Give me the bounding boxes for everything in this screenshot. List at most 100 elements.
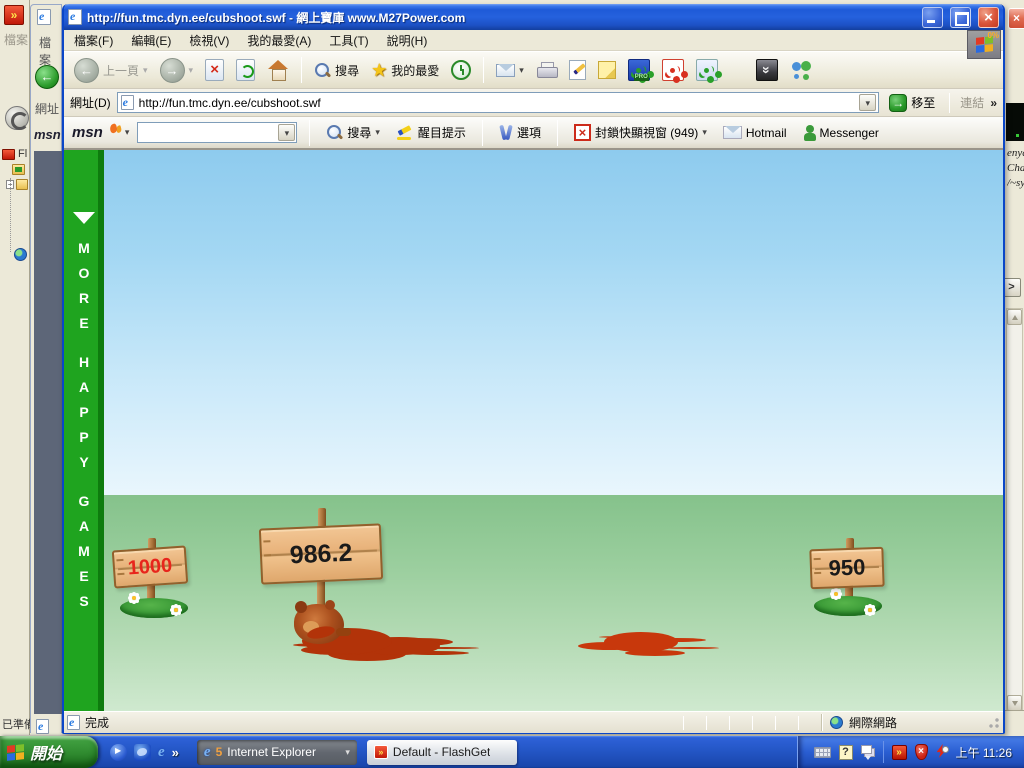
menu-edit[interactable]: 編輯(E) xyxy=(131,32,171,49)
background-ie-menu-file[interactable]: 檔案 xyxy=(39,34,61,68)
search-button[interactable]: 搜尋 xyxy=(310,60,363,81)
antivirus-tray-icon[interactable] xyxy=(936,744,948,760)
search-label: 搜尋 xyxy=(335,62,359,79)
icq-pro-button[interactable]: PRO xyxy=(624,57,654,83)
close-button[interactable] xyxy=(978,7,999,28)
ie-quicklaunch-icon[interactable]: e xyxy=(158,744,165,761)
back-dropdown-icon[interactable]: ▾ xyxy=(143,66,148,75)
msn-toolbar: msn ▾ ▾ 搜尋 ▾ 醒目提示 選項 × 封鎖快顯視窗 (949) ▾ Ho… xyxy=(64,117,1003,149)
maximize-button[interactable] xyxy=(950,7,971,28)
back-button[interactable]: 上一頁 ▾ xyxy=(70,56,152,85)
favorites-button[interactable]: ★ 我的最愛 xyxy=(367,59,443,81)
grass-mound xyxy=(120,598,188,618)
msn-separator xyxy=(482,120,483,146)
flashget-window-edge[interactable]: » 檔案 Fl − 已準備 xyxy=(0,0,30,735)
menu-view[interactable]: 檢視(V) xyxy=(189,32,229,49)
favorites-star-icon: ★ xyxy=(371,61,387,79)
msn-explorer-icon[interactable] xyxy=(134,744,151,761)
ie-task-label: Internet Explorer xyxy=(227,745,316,759)
links-chevron-icon[interactable]: » xyxy=(990,96,997,110)
popup-blocker-button[interactable]: × 封鎖快顯視窗 (949) ▾ xyxy=(570,122,711,143)
menu-tools[interactable]: 工具(T) xyxy=(329,32,368,49)
flashget-toolbar-icon[interactable] xyxy=(5,106,29,130)
quick-launch-chevron-icon[interactable]: » xyxy=(172,745,179,760)
task-group-dropdown-icon[interactable]: ▾ xyxy=(345,748,350,757)
msn-combo-dropdown[interactable]: ▾ xyxy=(278,124,295,141)
background-ie-window-edge[interactable]: 檔案 ← 網址 msn xyxy=(30,4,62,733)
menu-favorites[interactable]: 我的最愛(A) xyxy=(247,32,311,49)
home-button[interactable] xyxy=(263,58,293,82)
background-scrollbar[interactable] xyxy=(1006,308,1023,712)
msn-dropdown-icon[interactable]: ▾ xyxy=(125,128,130,137)
resize-grip[interactable] xyxy=(987,716,1000,729)
more-games-banner[interactable]: MORE HAPPY GAMES xyxy=(64,150,104,711)
icq-pro-icon: PRO xyxy=(628,59,650,81)
downloaded-folder-icon[interactable] xyxy=(12,164,25,175)
ime-help-icon[interactable]: ? xyxy=(839,745,853,760)
forward-dropdown-icon[interactable]: ▾ xyxy=(189,66,194,75)
window-title: http://fun.tmc.dyn.ee/cubshoot.swf - 網上寶… xyxy=(87,9,915,26)
flash-game-area[interactable]: 1000 986.2 xyxy=(104,150,1003,711)
history-button[interactable] xyxy=(447,58,475,82)
globe-tree-icon[interactable] xyxy=(14,248,27,261)
print-button[interactable] xyxy=(532,60,561,81)
task-flashget[interactable]: » Default - FlashGet xyxy=(367,740,517,765)
forward-button[interactable]: ▾ xyxy=(156,56,198,85)
sign-value: 1000 xyxy=(127,554,173,580)
scroll-up-icon[interactable] xyxy=(1007,309,1022,325)
ime-restore-icon[interactable] xyxy=(861,744,875,760)
task-internet-explorer[interactable]: e 5 Internet Explorer ▾ xyxy=(197,740,357,765)
go-button[interactable]: → 移至 xyxy=(885,92,939,114)
banner-down-arrow-icon xyxy=(73,212,95,224)
flashget-drop-badge: 0% xyxy=(987,31,999,40)
msn-logo[interactable]: msn xyxy=(72,124,117,141)
messenger-button[interactable]: Messenger xyxy=(799,123,883,143)
folder-icon[interactable] xyxy=(16,179,28,190)
ime-keyboard-icon[interactable] xyxy=(814,747,831,758)
icq-button[interactable] xyxy=(692,57,722,83)
security-shield-icon[interactable]: × xyxy=(915,744,928,760)
menu-file[interactable]: 檔案(F) xyxy=(74,32,113,49)
address-url[interactable]: http://fun.tmc.dyn.ee/cubshoot.swf xyxy=(139,96,855,110)
msn-search-button[interactable]: 搜尋 ▾ xyxy=(322,122,384,143)
start-button[interactable]: 開始 xyxy=(0,736,98,768)
back-icon xyxy=(74,58,99,83)
icq-lite-button[interactable] xyxy=(658,57,688,83)
flashget-tree[interactable]: Fl − xyxy=(2,148,28,261)
messenger-toolbar-button[interactable] xyxy=(786,58,818,82)
links-label[interactable]: 連結 xyxy=(960,94,984,111)
hotmail-button[interactable]: Hotmail xyxy=(719,124,791,142)
mail-dropdown-icon[interactable]: ▾ xyxy=(519,66,524,75)
address-label: 網址(D) xyxy=(70,94,111,111)
flower-icon xyxy=(868,608,872,612)
media-player-icon[interactable] xyxy=(110,744,127,761)
flashget-menu-file[interactable]: 檔案 xyxy=(4,31,28,48)
msn-options-button[interactable]: 選項 xyxy=(495,122,545,143)
menu-help[interactable]: 說明(H) xyxy=(387,32,428,49)
msn-search-dropdown-icon[interactable]: ▾ xyxy=(375,128,380,137)
msn-separator xyxy=(557,120,558,146)
stop-button[interactable] xyxy=(201,57,228,83)
msn-highlight-button[interactable]: 醒目提示 xyxy=(392,122,470,143)
background-close-button[interactable]: × xyxy=(1008,8,1024,29)
edit-icon xyxy=(569,60,586,80)
mail-button[interactable]: ▾ xyxy=(492,62,528,79)
popup-dropdown-icon[interactable]: ▾ xyxy=(702,128,707,137)
msn-search-input[interactable]: ▾ xyxy=(137,122,297,143)
refresh-button[interactable] xyxy=(232,57,259,83)
flashget-tray-icon[interactable]: » xyxy=(892,745,907,760)
status-page-icon xyxy=(67,715,80,730)
flashget-toolbar-button[interactable]: » xyxy=(752,57,782,83)
taskbar-clock[interactable]: 上午 11:26 xyxy=(956,744,1012,761)
minimize-button[interactable] xyxy=(922,7,943,28)
title-bar[interactable]: http://fun.tmc.dyn.ee/cubshoot.swf - 網上寶… xyxy=(64,4,1003,30)
address-input[interactable]: http://fun.tmc.dyn.ee/cubshoot.swf ▾ xyxy=(117,92,880,113)
address-dropdown-button[interactable]: ▾ xyxy=(859,94,876,111)
discuss-button[interactable] xyxy=(594,59,620,81)
edit-button[interactable] xyxy=(565,58,590,82)
sign-value: 986.2 xyxy=(289,538,353,570)
scroll-down-icon[interactable] xyxy=(1007,695,1022,711)
background-back-button[interactable]: ← xyxy=(35,65,59,89)
flashget-task-label: Default - FlashGet xyxy=(393,745,490,759)
background-page-content xyxy=(34,151,63,714)
